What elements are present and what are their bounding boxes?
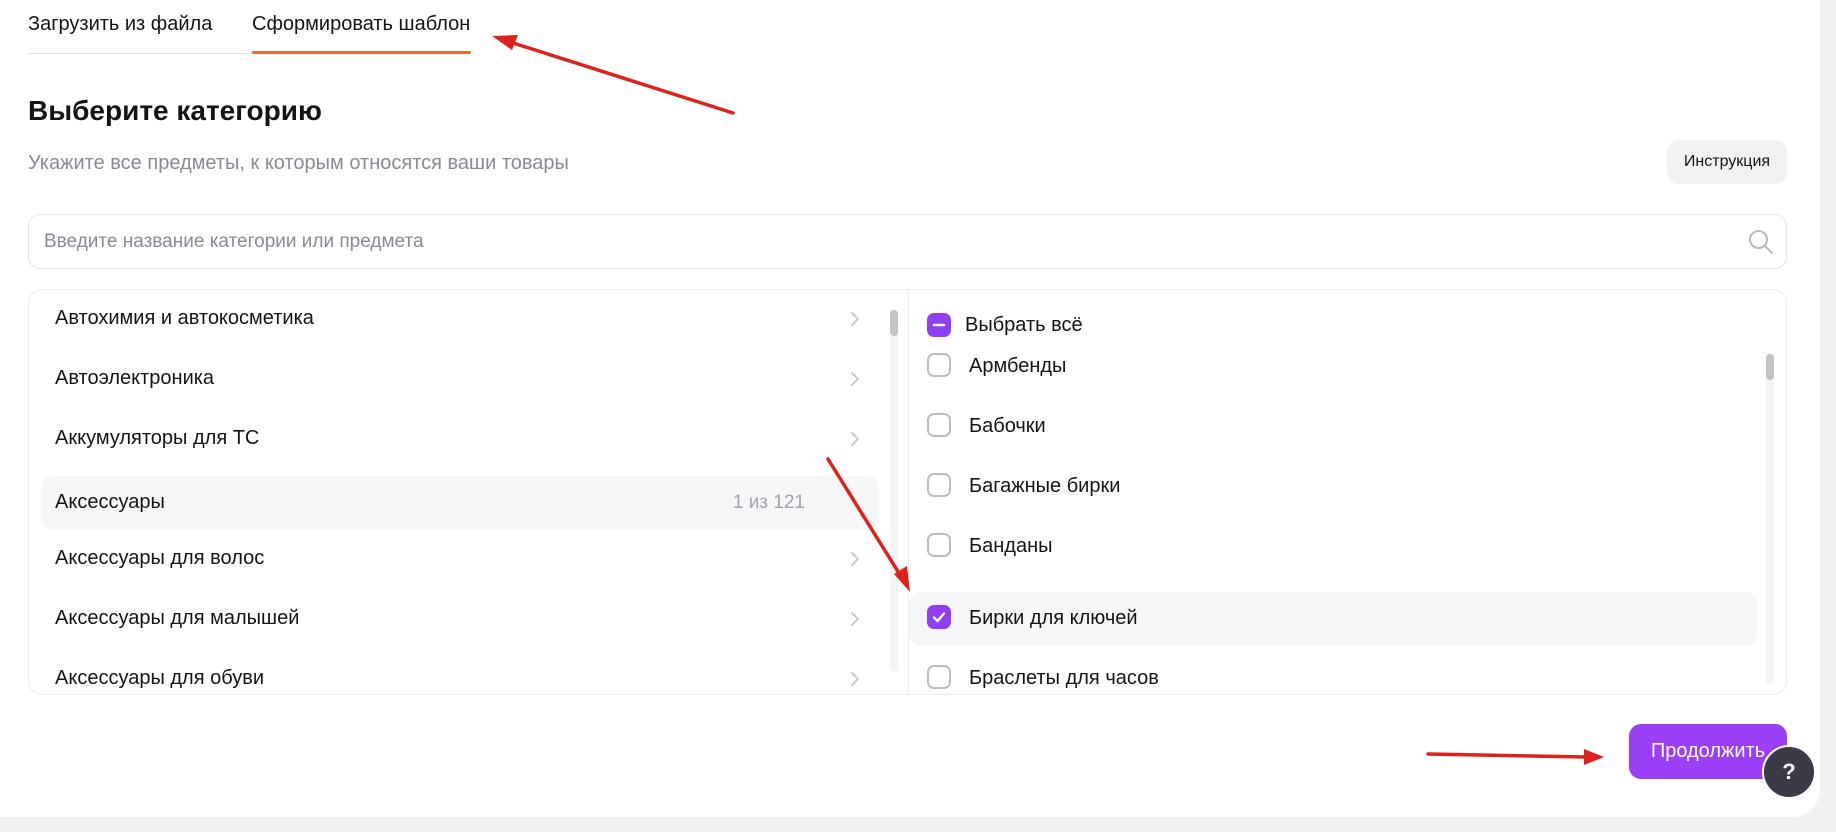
checkbox[interactable]: [927, 473, 951, 497]
search-box: [28, 214, 1787, 269]
checkmark-icon[interactable]: [927, 605, 951, 629]
tab-generate-template[interactable]: Сформировать шаблон: [252, 13, 470, 36]
checkbox[interactable]: [927, 665, 951, 689]
active-tab-indicator: [252, 51, 471, 54]
category-label: Автоэлектроника: [55, 367, 215, 389]
category-label: Аксессуары для малышей: [55, 607, 300, 629]
category-item[interactable]: Аккумуляторы для ТС: [41, 412, 879, 466]
main-card: Загрузить из файла Сформировать шаблон В…: [0, 0, 1820, 817]
scrollbar-thumb[interactable]: [1766, 354, 1774, 380]
chevron-right-icon: [851, 672, 859, 686]
category-label: Аккумуляторы для ТС: [55, 427, 260, 449]
chevron-right-icon: [851, 612, 859, 626]
category-item[interactable]: Аксессуары для обуви: [41, 652, 879, 694]
select-all-label: Выбрать всё: [965, 314, 1083, 336]
instruction-button[interactable]: Инструкция: [1667, 140, 1787, 184]
category-label: Аксессуары для волос: [55, 547, 265, 569]
subject-item[interactable]: Багажные бирки: [909, 460, 1757, 514]
partial-check-icon[interactable]: [927, 313, 951, 337]
category-item[interactable]: Аксессуары для малышей: [41, 592, 879, 646]
category-list: Автохимия и автокосметика Автоэлектроник…: [29, 290, 909, 694]
category-label: Аксессуары: [55, 491, 165, 513]
subject-list: Выбрать всё Армбенды Бабочки Багажные би…: [909, 290, 1786, 694]
category-label: Автохимия и автокосметика: [55, 307, 314, 329]
subject-label: Бирки для ключей: [969, 607, 1138, 629]
category-picker: Автохимия и автокосметика Автоэлектроник…: [28, 289, 1787, 695]
subject-item[interactable]: Армбенды: [909, 340, 1757, 394]
chevron-right-icon: [851, 372, 859, 386]
page-subtitle: Укажите все предметы, к которым относятс…: [28, 152, 569, 174]
scrollbar-thumb[interactable]: [890, 310, 898, 336]
checkbox[interactable]: [927, 353, 951, 377]
search-input[interactable]: [44, 215, 1704, 268]
chevron-right-icon: [851, 552, 859, 566]
subject-item[interactable]: Банданы: [909, 520, 1757, 574]
help-button[interactable]: ?: [1762, 745, 1816, 799]
search-icon[interactable]: [1746, 227, 1776, 257]
chevron-right-icon: [851, 312, 859, 326]
subject-item[interactable]: Браслеты для часов: [909, 652, 1757, 694]
category-item[interactable]: Автоэлектроника: [41, 352, 879, 406]
subject-label: Армбенды: [969, 355, 1067, 377]
subject-label: Банданы: [969, 535, 1053, 557]
subject-item-checked[interactable]: Бирки для ключей: [909, 592, 1757, 646]
tab-upload-from-file[interactable]: Загрузить из файла: [28, 13, 212, 36]
category-item[interactable]: Аксессуары для волос: [41, 532, 879, 586]
subject-label: Багажные бирки: [969, 475, 1121, 497]
subject-item[interactable]: Бабочки: [909, 400, 1757, 454]
selected-count: 1 из 121: [732, 492, 805, 513]
tab-bar: Загрузить из файла Сформировать шаблон: [28, 0, 471, 54]
category-item[interactable]: Автохимия и автокосметика: [41, 292, 879, 346]
category-label: Аксессуары для обуви: [55, 667, 265, 689]
category-scrollbar[interactable]: [890, 310, 898, 672]
subject-label: Бабочки: [969, 415, 1046, 437]
chevron-right-icon: [851, 432, 859, 446]
subject-scrollbar[interactable]: [1766, 354, 1774, 684]
checkbox[interactable]: [927, 533, 951, 557]
category-item-active[interactable]: Аксессуары 1 из 121: [41, 476, 879, 530]
checkbox[interactable]: [927, 413, 951, 437]
page-title: Выберите категорию: [28, 95, 322, 126]
subject-label: Браслеты для часов: [969, 667, 1159, 689]
